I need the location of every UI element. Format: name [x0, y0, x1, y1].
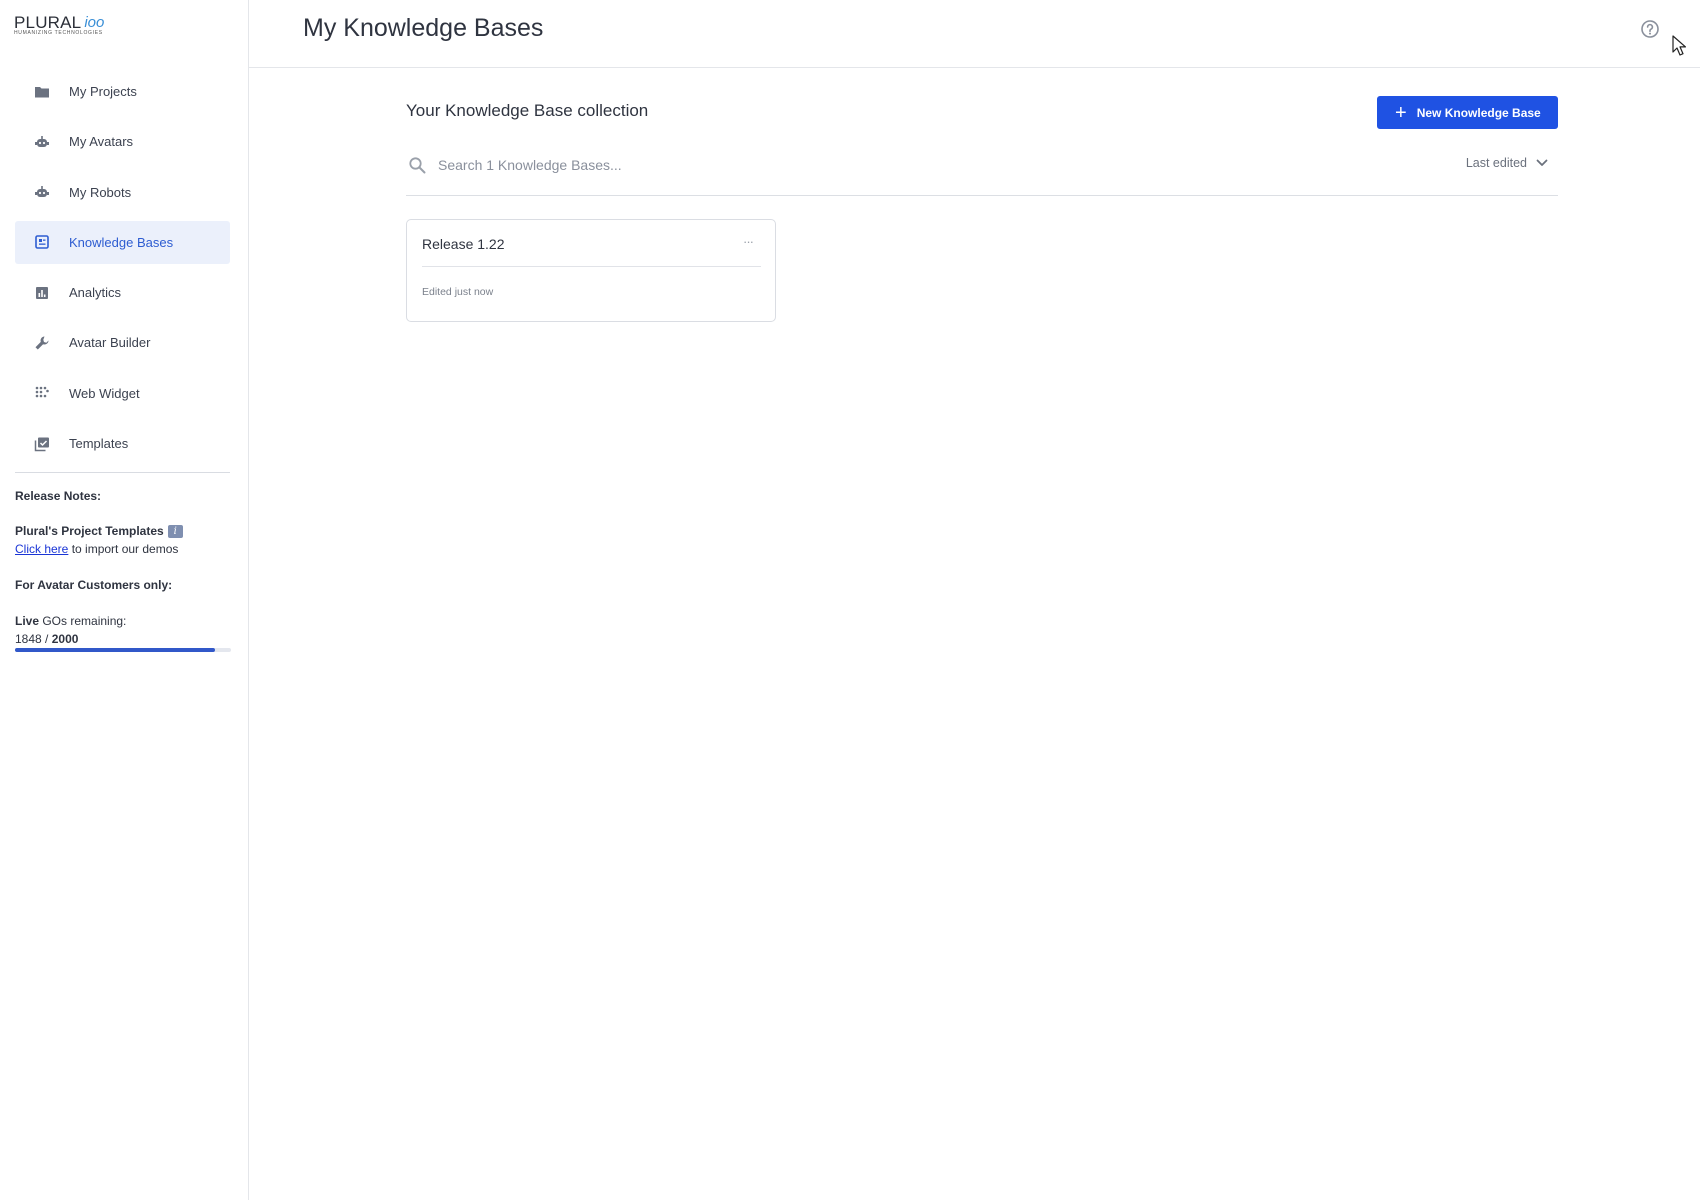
page-title: My Knowledge Bases: [303, 14, 544, 42]
click-here-link[interactable]: Click here: [15, 542, 68, 556]
page-header: My Knowledge Bases: [249, 0, 1700, 68]
sidebar-item-templates[interactable]: Templates: [15, 422, 230, 465]
sidebar: PLURAL ioo HUMANIZING TECHNOLOGIES My Pr…: [0, 0, 249, 1200]
knowledge-base-card-title: Release 1.22: [422, 236, 505, 252]
robot-icon: [34, 184, 50, 200]
search-bar: Last edited: [406, 148, 1558, 196]
live-label: Live: [15, 614, 40, 628]
sidebar-item-label: Web Widget: [69, 385, 140, 401]
project-templates-notice: Plural's Project Templates i: [15, 524, 183, 538]
chevron-down-icon: [1536, 159, 1548, 166]
section-title: Your Knowledge Base collection: [406, 101, 649, 120]
import-demos-text: Click here to import our demos: [15, 542, 178, 556]
sidebar-item-web-widget[interactable]: Web Widget: [15, 372, 230, 415]
robot-icon: [34, 134, 50, 150]
gos-separator: /: [41, 632, 52, 646]
gos-remaining-label: GOs remaining:: [39, 614, 127, 628]
sort-dropdown[interactable]: Last edited: [1466, 156, 1548, 170]
widget-grid-icon: [34, 385, 50, 401]
sidebar-item-label: My Robots: [69, 184, 132, 200]
gos-progress-bar: [15, 648, 231, 652]
gos-count: 1848 / 2000: [15, 632, 78, 646]
card-divider: [422, 266, 761, 267]
sidebar-item-label: My Avatars: [69, 134, 134, 150]
more-options-icon[interactable]: ···: [743, 235, 754, 248]
gos-total: 2000: [51, 632, 79, 646]
info-icon[interactable]: i: [167, 525, 183, 538]
sidebar-divider: [15, 472, 230, 473]
sidebar-item-label: Templates: [69, 436, 129, 452]
sidebar-item-label: Avatar Builder: [69, 335, 151, 351]
release-notes-label: Release Notes:: [15, 489, 102, 503]
mouse-cursor-icon: [1672, 35, 1686, 56]
search-input[interactable]: [436, 152, 1036, 178]
sidebar-item-label: Knowledge Bases: [69, 234, 174, 250]
sidebar-nav: My Projects My Avatars My Robots Knowled…: [15, 70, 230, 472]
sidebar-item-knowledge-bases[interactable]: Knowledge Bases: [15, 220, 230, 264]
sidebar-item-my-robots[interactable]: My Robots: [15, 171, 230, 214]
templates-icon: [34, 436, 50, 452]
knowledge-base-icon: [34, 234, 50, 250]
wrench-icon: [34, 335, 50, 351]
sort-label: Last edited: [1465, 156, 1527, 170]
sidebar-item-my-avatars[interactable]: My Avatars: [15, 120, 230, 163]
knowledge-base-card-edited: Edited just now: [422, 286, 494, 298]
search-icon: [409, 157, 426, 174]
new-knowledge-base-button[interactable]: + New Knowledge Base: [1377, 96, 1558, 129]
import-demos-label: to import our demos: [68, 542, 179, 556]
sidebar-item-label: Analytics: [69, 285, 122, 301]
plus-icon: +: [1395, 101, 1407, 124]
project-templates-heading: Plural's Project Templates: [15, 524, 164, 538]
sidebar-item-analytics[interactable]: Analytics: [15, 271, 230, 314]
gos-progress-fill: [15, 648, 215, 652]
plural-logo[interactable]: PLURAL ioo HUMANIZING TECHNOLOGIES: [14, 14, 104, 38]
avatar-customers-label: For Avatar Customers only:: [15, 578, 173, 592]
live-gos-label: Live GOs remaining:: [15, 614, 126, 628]
gos-used: 1848: [15, 632, 42, 646]
folder-icon: [34, 84, 50, 100]
knowledge-base-card[interactable]: Release 1.22 ··· Edited just now: [406, 219, 776, 322]
sidebar-item-my-projects[interactable]: My Projects: [15, 70, 230, 113]
sidebar-item-avatar-builder[interactable]: Avatar Builder: [15, 321, 230, 364]
logo-tagline: HUMANIZING TECHNOLOGIES: [14, 30, 103, 36]
sidebar-item-label: My Projects: [69, 84, 137, 99]
new-knowledge-base-label: New Knowledge Base: [1416, 105, 1541, 120]
help-icon[interactable]: [1640, 19, 1660, 39]
bar-chart-icon: [34, 285, 50, 301]
